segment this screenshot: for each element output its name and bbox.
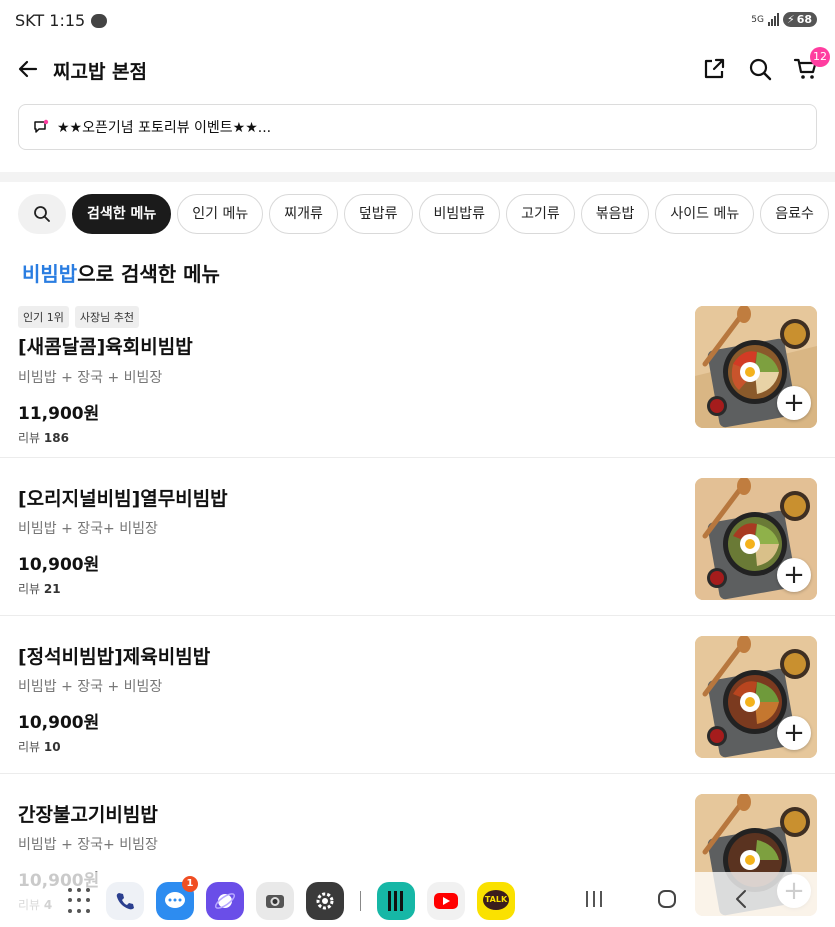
messages-icon	[165, 892, 185, 908]
settings-app-icon[interactable]	[306, 882, 344, 920]
menu-description: 비빔밥 + 장국+ 비빔장	[18, 837, 158, 853]
chip-meat[interactable]: 고기류	[506, 194, 575, 234]
menu-review-count: 리뷰 21	[18, 580, 61, 597]
back-nav-icon[interactable]	[730, 888, 752, 910]
menu-description: 비빔밥 + 장국 + 비빔장	[18, 679, 163, 695]
system-navigation-bar: 1 TALK	[0, 872, 835, 927]
phone-app-icon[interactable]	[106, 882, 144, 920]
status-bar: SKT 1:15 5G ⚡ 68	[0, 0, 835, 44]
review-number: 10	[43, 740, 61, 754]
menu-name: [정석비빔밥]제육비빔밥	[18, 646, 211, 668]
status-right: 5G ⚡ 68	[751, 12, 817, 27]
cart-count-badge: 12	[810, 47, 830, 67]
menu-item[interactable]: [오리지널비빔]열무비빔밥 비빔밥 + 장국+ 비빔장 10,900원 리뷰 2…	[0, 458, 835, 616]
menu-tags: 인기 1위 사장님 추천	[18, 306, 139, 328]
recents-nav-icon[interactable]	[583, 888, 605, 910]
menu-thumbnail[interactable]: +	[695, 306, 817, 428]
review-number: 21	[43, 582, 61, 596]
review-label: 리뷰	[18, 740, 41, 754]
battery-indicator: ⚡ 68	[782, 12, 817, 27]
kakaotalk-label: TALK	[484, 895, 508, 904]
messages-app-icon[interactable]: 1	[156, 876, 198, 920]
review-number: 186	[43, 431, 69, 445]
search-icon	[34, 206, 50, 222]
battery-level: 68	[796, 13, 812, 26]
menu-price: 10,900원	[18, 555, 100, 575]
menu-description: 비빔밥 + 장국+ 비빔장	[18, 521, 158, 537]
menu-review-count: 리뷰 186	[18, 429, 69, 446]
menu-item[interactable]: 인기 1위 사장님 추천 [새콤달콤]육회비빔밥 비빔밥 + 장국 + 비빔장 …	[0, 300, 835, 458]
header-actions: 12	[701, 47, 830, 82]
menu-thumbnail[interactable]: +	[695, 478, 817, 600]
chip-drinks[interactable]: 음료수	[760, 194, 829, 234]
chip-fried-rice[interactable]: 볶음밥	[580, 194, 650, 234]
menu-name: [새콤달콤]육회비빔밥	[18, 336, 193, 358]
messages-badge: 1	[182, 876, 198, 892]
status-left: SKT 1:15	[15, 9, 108, 30]
back-arrow-icon[interactable]	[16, 57, 40, 81]
recent-app-icon[interactable]	[377, 882, 415, 920]
search-result-suffix: 으로 검색한 메뉴	[77, 262, 220, 286]
charging-icon: ⚡	[786, 13, 795, 26]
search-icon[interactable]	[747, 56, 773, 82]
phone-icon	[116, 893, 134, 910]
section-divider	[0, 172, 835, 182]
app-drawer-icon[interactable]	[68, 888, 94, 914]
dock-separator	[360, 891, 361, 911]
tag-owner-pick: 사장님 추천	[74, 306, 139, 328]
menu-description: 비빔밥 + 장국 + 비빔장	[18, 370, 163, 386]
share-icon[interactable]	[701, 56, 727, 82]
menu-thumbnail[interactable]: +	[695, 636, 817, 758]
youtube-icon	[434, 893, 458, 909]
network-indicator: 5G	[751, 14, 764, 25]
planet-icon	[214, 893, 236, 909]
store-notice[interactable]: ★★오픈기념 포토리뷰 이벤트★★...	[18, 104, 817, 150]
gear-icon	[316, 892, 334, 910]
chat-notification-icon	[91, 9, 108, 28]
add-to-cart-button[interactable]: +	[777, 558, 811, 592]
camera-app-icon[interactable]	[256, 882, 294, 920]
chip-side-menu[interactable]: 사이드 메뉴	[655, 194, 755, 234]
chip-rice-bowl[interactable]: 덮밥류	[343, 194, 413, 234]
home-nav-icon[interactable]	[656, 888, 678, 910]
camera-icon	[266, 895, 284, 908]
cart-button[interactable]: 12	[793, 47, 830, 82]
menu-search-button[interactable]	[18, 194, 66, 234]
youtube-app-icon[interactable]	[427, 882, 465, 920]
kakaotalk-app-icon[interactable]: TALK	[477, 882, 515, 920]
chip-stew[interactable]: 찌개류	[269, 194, 338, 234]
store-title: 찌고밥 본점	[53, 61, 148, 83]
add-to-cart-button[interactable]: +	[777, 716, 811, 750]
review-label: 리뷰	[18, 431, 41, 445]
bars-icon	[388, 891, 403, 911]
internet-app-icon[interactable]	[206, 882, 244, 920]
signal-icon	[767, 13, 779, 26]
menu-list: 인기 1위 사장님 추천 [새콤달콤]육회비빔밥 비빔밥 + 장국 + 비빔장 …	[0, 300, 835, 927]
app-header: 찌고밥 본점 12	[0, 44, 835, 96]
add-to-cart-button[interactable]: +	[777, 386, 811, 420]
search-result-heading: 비빔밥으로 검색한 메뉴	[22, 258, 220, 287]
chip-bibimbap[interactable]: 비빔밥류	[418, 194, 501, 234]
menu-review-count: 리뷰 10	[18, 738, 61, 755]
menu-price: 11,900원	[18, 404, 100, 424]
tag-popular-rank: 인기 1위	[18, 306, 69, 328]
menu-item[interactable]: [정석비빔밥]제육비빔밥 비빔밥 + 장국 + 비빔장 10,900원 리뷰 1…	[0, 616, 835, 774]
menu-name: [오리지널비빔]열무비빔밥	[18, 488, 228, 510]
menu-price: 10,900원	[18, 713, 100, 733]
chip-searched-menu[interactable]: 검색한 메뉴	[72, 194, 172, 234]
chip-popular-menu[interactable]: 인기 메뉴	[177, 194, 264, 234]
notice-text: ★★오픈기념 포토리뷰 이벤트★★...	[57, 120, 272, 136]
search-keyword: 비빔밥	[22, 262, 78, 286]
app-dock: 1 TALK	[68, 876, 515, 920]
category-chip-bar: 검색한 메뉴 인기 메뉴 찌개류 덮밥류 비빔밥류 고기류 볶음밥 사이드 메뉴…	[18, 194, 835, 236]
carrier-time: SKT 1:15	[15, 11, 86, 30]
menu-name: 간장불고기비빔밥	[18, 804, 158, 826]
notice-icon	[34, 119, 49, 133]
review-label: 리뷰	[18, 582, 41, 596]
